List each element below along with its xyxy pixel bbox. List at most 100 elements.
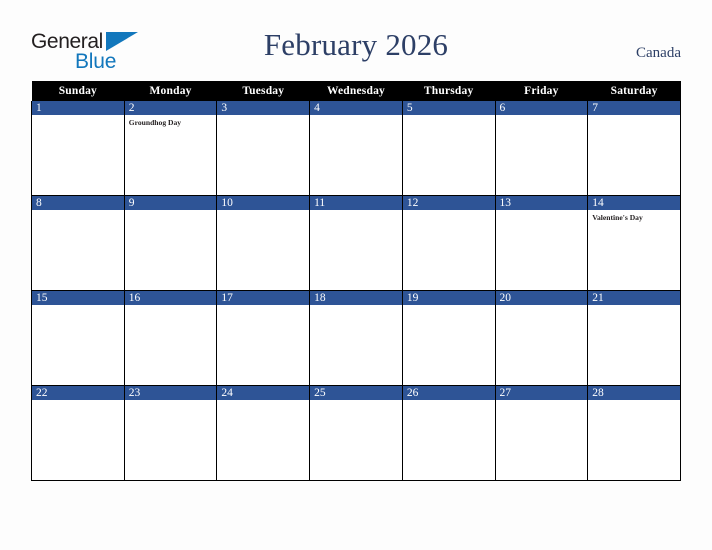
weekday-header-monday: Monday	[124, 81, 217, 101]
day-number: 6	[495, 101, 588, 115]
day-cell-inner: 28	[588, 386, 680, 480]
calendar-day-cell[interactable]: 28	[587, 385, 681, 481]
day-cell-inner: 6	[495, 101, 588, 195]
day-number: 20	[495, 291, 588, 305]
calendar-day-cell[interactable]: 24	[216, 385, 311, 481]
day-number: 23	[124, 386, 217, 400]
calendar-day-cell[interactable]: 23	[123, 385, 218, 481]
calendar-day-cell[interactable]: 8	[31, 195, 125, 291]
day-cell-inner: 8	[32, 196, 124, 290]
day-cell-inner: 24	[217, 386, 310, 480]
day-number: 24	[217, 386, 310, 400]
day-cell-inner: 11	[310, 196, 402, 290]
day-number: 13	[495, 196, 588, 210]
calendar-day-cell[interactable]: 18	[309, 290, 403, 386]
day-number: 21	[588, 291, 680, 305]
day-number: 18	[310, 291, 402, 305]
calendar-day-cell[interactable]: 14 Valentine's Day	[587, 195, 681, 291]
weekday-header-tuesday: Tuesday	[216, 81, 310, 101]
calendar-day-cell[interactable]: 25	[309, 385, 403, 481]
day-number: 22	[32, 386, 124, 400]
day-cell-inner: 4	[310, 101, 402, 195]
calendar-day-cell[interactable]: 21	[587, 290, 681, 386]
calendar-week-row: 1 2 Groundhog Day 3 4 5 6 7	[31, 101, 681, 196]
calendar-week-row: 8 9 10 11 12 13 14 Valentine's Day	[31, 195, 681, 291]
day-cell-inner: 27	[495, 386, 588, 480]
day-number: 4	[310, 101, 402, 115]
day-number: 2	[124, 101, 217, 115]
calendar-week-row: 15 16 17 18 19 20 21	[31, 290, 681, 386]
day-number: 12	[402, 196, 495, 210]
weekday-header-sunday: Sunday	[31, 81, 125, 101]
day-number: 7	[588, 101, 680, 115]
calendar-day-cell[interactable]: 20	[494, 290, 589, 386]
day-cell-inner: 22	[32, 386, 124, 480]
weekday-header-row: Sunday Monday Tuesday Wednesday Thursday…	[31, 81, 681, 101]
day-number: 14	[588, 196, 680, 210]
day-cell-inner: 10	[217, 196, 310, 290]
day-event-label: Groundhog Day	[128, 118, 182, 127]
day-cell-inner: 15	[32, 291, 124, 385]
calendar-day-cell[interactable]: 11	[309, 195, 403, 291]
day-number: 26	[402, 386, 495, 400]
day-number: 9	[124, 196, 217, 210]
day-cell-inner: 26	[402, 386, 495, 480]
weekday-header-wednesday: Wednesday	[309, 81, 403, 101]
day-cell-inner: 16	[124, 291, 217, 385]
day-cell-inner: 21	[588, 291, 680, 385]
day-cell-inner: 13	[495, 196, 588, 290]
calendar-day-cell[interactable]: 2 Groundhog Day	[123, 101, 218, 196]
calendar-body: 1 2 Groundhog Day 3 4 5 6 7 8 9 10 11 12 13 14 Valentin…	[31, 101, 681, 481]
day-number: 25	[310, 386, 402, 400]
calendar-day-cell[interactable]: 1	[31, 101, 125, 196]
country-label: Canada	[636, 45, 681, 61]
weekday-header-saturday: Saturday	[587, 81, 681, 101]
day-event-label: Valentine's Day	[592, 213, 643, 222]
day-cell-inner: 17	[217, 291, 310, 385]
page-title: February 2026	[263, 27, 449, 62]
day-cell-inner: 9	[124, 196, 217, 290]
day-cell-inner: 7	[588, 101, 680, 195]
day-number: 19	[402, 291, 495, 305]
calendar-week-row: 22 23 24 25 26 27 28	[31, 385, 681, 481]
calendar-day-cell[interactable]: 22	[31, 385, 125, 481]
day-cell-inner: 5	[402, 101, 495, 195]
calendar-grid: Sunday Monday Tuesday Wednesday Thursday…	[31, 81, 681, 481]
weekday-header-friday: Friday	[495, 81, 588, 101]
day-number: 28	[588, 386, 680, 400]
calendar-day-cell[interactable]: 6	[494, 101, 589, 196]
day-cell-inner: 1	[32, 101, 124, 195]
page-header: General Blue February 2026 Canada	[0, 0, 712, 81]
calendar-day-cell[interactable]: 10	[216, 195, 311, 291]
day-cell-inner: 3	[217, 101, 310, 195]
weekday-header-thursday: Thursday	[402, 81, 496, 101]
calendar-day-cell[interactable]: 16	[123, 290, 218, 386]
calendar-day-cell[interactable]: 5	[401, 101, 496, 196]
day-number: 5	[402, 101, 495, 115]
day-number: 27	[495, 386, 588, 400]
calendar-day-cell[interactable]: 27	[494, 385, 589, 481]
calendar-day-cell[interactable]: 19	[401, 290, 496, 386]
calendar-day-cell[interactable]: 3	[216, 101, 311, 196]
day-number: 8	[32, 196, 124, 210]
calendar-day-cell[interactable]: 17	[216, 290, 311, 386]
day-cell-inner: 12	[402, 196, 495, 290]
calendar-day-cell[interactable]: 26	[401, 385, 496, 481]
calendar-day-cell[interactable]: 13	[494, 195, 589, 291]
day-number: 16	[124, 291, 217, 305]
calendar-day-cell[interactable]: 4	[309, 101, 403, 196]
calendar-day-cell[interactable]: 15	[31, 290, 125, 386]
day-cell-inner: 19	[402, 291, 495, 385]
day-number: 3	[217, 101, 310, 115]
day-number: 17	[217, 291, 310, 305]
day-number: 1	[32, 101, 124, 115]
day-cell-inner: 25	[310, 386, 402, 480]
day-cell-inner: 14 Valentine's Day	[588, 196, 680, 290]
day-number: 15	[32, 291, 124, 305]
calendar-day-cell[interactable]: 12	[401, 195, 496, 291]
day-number: 11	[310, 196, 402, 210]
calendar-day-cell[interactable]: 9	[123, 195, 218, 291]
day-cell-inner: 2 Groundhog Day	[124, 101, 217, 195]
calendar-day-cell[interactable]: 7	[587, 101, 681, 196]
day-number: 10	[217, 196, 310, 210]
